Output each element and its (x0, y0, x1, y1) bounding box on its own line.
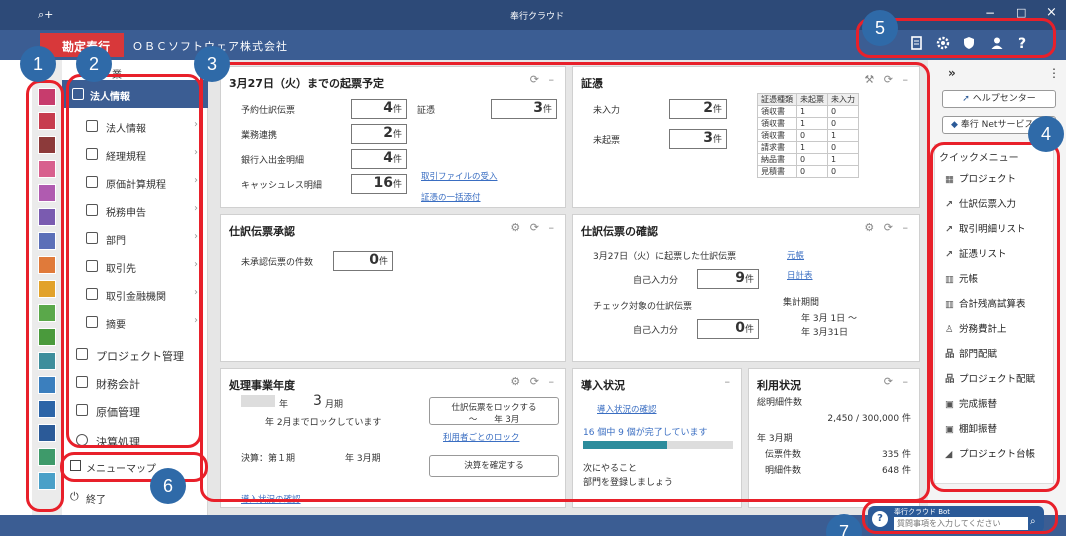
highlight-region-2 (66, 74, 202, 448)
more-icon[interactable]: ⋮ (1048, 66, 1060, 80)
callout-badge: 6 (150, 468, 186, 504)
callout-badge: 1 (20, 46, 56, 82)
highlight-region-7 (862, 500, 1058, 534)
highlight-region-6 (60, 452, 208, 482)
exit-button[interactable]: ⏻ 終了 (62, 487, 208, 509)
search-icon[interactable]: ⌕+ (38, 8, 53, 22)
highlight-region-1 (26, 80, 64, 512)
window-title: 奉行クラウド (510, 12, 565, 22)
highlight-region-3 (200, 62, 930, 502)
power-icon: ⏻ (70, 490, 79, 503)
callout-badge: 3 (194, 46, 230, 82)
callout-badge: 2 (76, 46, 112, 82)
expand-icon[interactable]: » (948, 66, 956, 80)
help-center-button[interactable]: ➚ ヘルプセンター (942, 90, 1056, 108)
callout-badge: 5 (862, 10, 898, 46)
close-button[interactable]: × (1046, 5, 1057, 20)
highlight-region-4 (930, 142, 1060, 492)
callout-badge: 4 (1028, 116, 1064, 152)
